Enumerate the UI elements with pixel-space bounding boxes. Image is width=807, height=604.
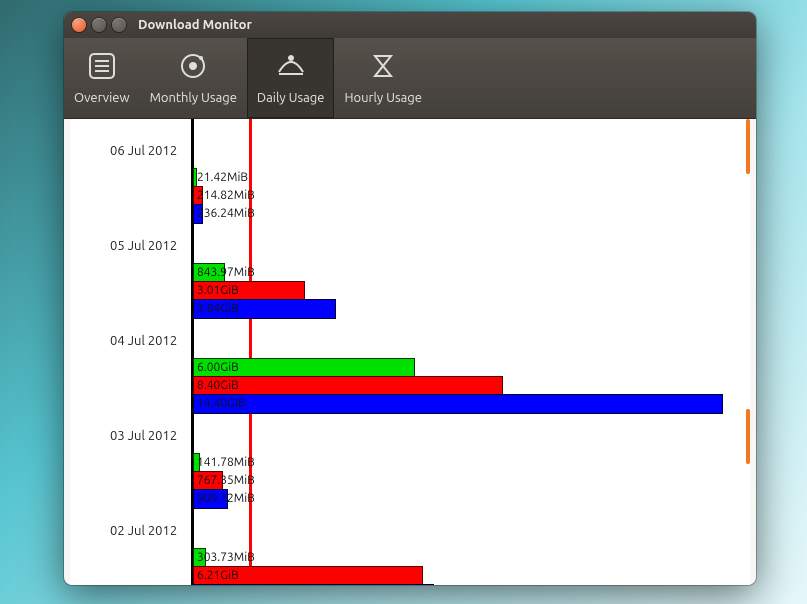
bar-value-label: 909.12MiB xyxy=(197,492,255,505)
bar-value-label: 14.40GiB xyxy=(197,397,246,410)
bar-red xyxy=(194,377,502,395)
toolbar: Overview Monthly Usage Daily Usage Hourl… xyxy=(64,38,756,119)
tab-hourly-usage[interactable]: Hourly Usage xyxy=(334,38,432,118)
minimize-icon[interactable] xyxy=(92,18,106,32)
day-label: 04 Jul 2012 xyxy=(110,334,177,348)
bar-value-label: 843.97MiB xyxy=(197,266,255,279)
bar-value-label: 303.73MiB xyxy=(197,551,255,564)
bar-value-label: 8.40GiB xyxy=(197,379,239,392)
day-label: 06 Jul 2012 xyxy=(110,144,177,158)
bar-value-label: 767.35MiB xyxy=(197,474,255,487)
bar-value-label: 214.82MiB xyxy=(197,189,255,202)
tab-daily-usage[interactable]: Daily Usage xyxy=(247,38,335,118)
chart-area[interactable]: 06 Jul 2012 21.42MiB 214.82MiB 236.24MiB 05 … xyxy=(70,119,750,585)
day-label: 02 Jul 2012 xyxy=(110,524,177,538)
bar-value-label: 21.42MiB xyxy=(197,171,248,184)
scroll-thumb[interactable] xyxy=(746,409,750,464)
bar-value-label: 141.78MiB xyxy=(197,456,255,469)
tab-label: Daily Usage xyxy=(257,91,325,105)
tab-label: Overview xyxy=(74,91,130,105)
maximize-icon[interactable] xyxy=(112,18,126,32)
close-icon[interactable] xyxy=(72,18,86,32)
bar-blue xyxy=(194,395,722,413)
day-label: 03 Jul 2012 xyxy=(110,429,177,443)
daily-icon xyxy=(275,50,307,85)
bar-value-label: 6.21GiB xyxy=(197,569,239,582)
tab-overview[interactable]: Overview xyxy=(64,38,140,118)
bar-value-label: 6.00GiB xyxy=(197,361,239,374)
hourly-icon xyxy=(367,50,399,85)
bar-value-label: 236.24MiB xyxy=(197,207,255,220)
day-label: 05 Jul 2012 xyxy=(110,239,177,253)
bar-green xyxy=(194,169,196,187)
daily-usage-chart: 06 Jul 2012 21.42MiB 214.82MiB 236.24MiB 05 … xyxy=(70,119,750,585)
scrollbar[interactable] xyxy=(746,119,750,585)
tab-label: Hourly Usage xyxy=(344,91,422,105)
overview-icon xyxy=(86,50,118,85)
window-title: Download Monitor xyxy=(138,18,252,32)
scroll-thumb[interactable] xyxy=(746,119,750,174)
monthly-icon xyxy=(177,50,209,85)
bar-value-label: 3.84GiB xyxy=(197,302,239,315)
tab-monthly-usage[interactable]: Monthly Usage xyxy=(140,38,247,118)
app-window: Download Monitor Overview Monthly Usage … xyxy=(64,12,756,585)
titlebar[interactable]: Download Monitor xyxy=(64,12,756,38)
tab-label: Monthly Usage xyxy=(150,91,237,105)
bar-value-label: 3.01GiB xyxy=(197,284,239,297)
